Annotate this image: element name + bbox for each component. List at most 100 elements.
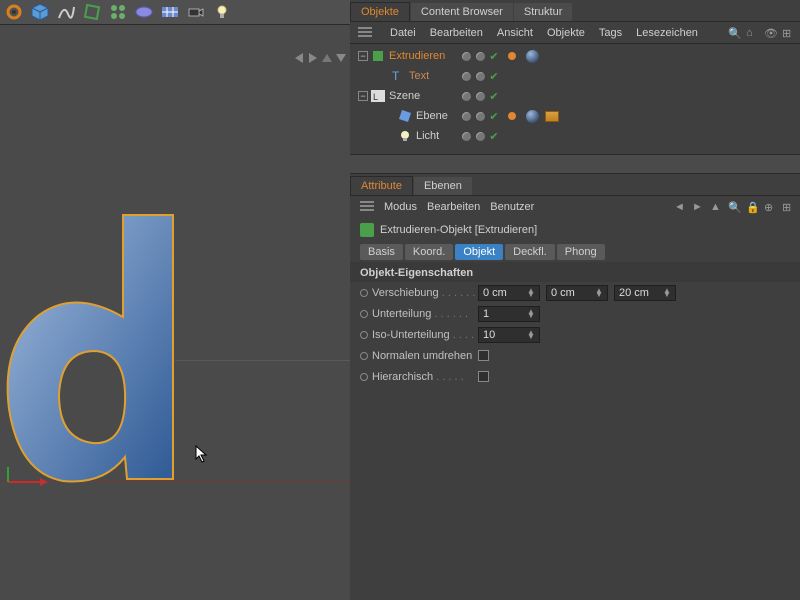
radio-icon[interactable]: [360, 310, 368, 318]
menu-edit[interactable]: Bearbeiten: [430, 27, 483, 39]
tree-item-light[interactable]: Licht ✔: [350, 126, 800, 146]
movement-z-input[interactable]: 20 cm▲▼: [614, 285, 676, 301]
extrude-icon: [371, 49, 385, 63]
tab-objects[interactable]: Objekte: [350, 2, 410, 21]
flip-normals-checkbox[interactable]: [478, 350, 489, 361]
expand-icon[interactable]: ⊞: [782, 201, 794, 213]
subtab-phong[interactable]: Phong: [557, 244, 605, 260]
layer-badge-icon: L: [371, 89, 385, 103]
shelf-icon: [358, 27, 372, 39]
prop-hierarchical: Hierarchisch . . . . .: [350, 366, 800, 387]
gear-icon[interactable]: [2, 0, 26, 24]
prop-iso-subdivision: Iso-Unterteilung . . . . 10▲▼: [350, 324, 800, 345]
radio-icon[interactable]: [360, 289, 368, 297]
main-toolbar: [0, 0, 350, 25]
prop-label: Verschiebung: [372, 287, 439, 299]
tree-label: Licht: [416, 130, 439, 142]
nurbs-icon[interactable]: [80, 0, 104, 24]
section-header: Objekt-Eigenschaften: [350, 262, 800, 282]
cube-icon[interactable]: [28, 0, 52, 24]
prop-label: Iso-Unterteilung: [372, 329, 450, 341]
tree-item-scene[interactable]: − L Szene ✔: [350, 86, 800, 106]
subtab-base[interactable]: Basis: [360, 244, 403, 260]
prop-label: Unterteilung: [372, 308, 431, 320]
radio-icon[interactable]: [360, 373, 368, 381]
right-panel: Objekte Content Browser Struktur Datei B…: [350, 0, 800, 600]
radio-icon[interactable]: [360, 331, 368, 339]
material-tag-icon[interactable]: [526, 110, 539, 123]
object-tree: − Extrudieren ✔ T Text ✔ − L Sze: [350, 44, 800, 148]
menu-mode[interactable]: Modus: [384, 201, 417, 213]
tree-label: Extrudieren: [389, 50, 445, 62]
menu-view[interactable]: Ansicht: [497, 27, 533, 39]
tree-label: Ebene: [416, 110, 448, 122]
menu-objects[interactable]: Objekte: [547, 27, 585, 39]
home-icon[interactable]: ⌂: [746, 27, 758, 39]
spline-icon[interactable]: [54, 0, 78, 24]
svg-text:L: L: [373, 92, 378, 102]
viewport-nav-icons[interactable]: [294, 54, 346, 62]
movement-y-input[interactable]: 0 cm▲▼: [546, 285, 608, 301]
deformer-icon[interactable]: [132, 0, 156, 24]
axis-gizmo[interactable]: [0, 467, 50, 502]
horizon-line: [175, 360, 350, 361]
subtab-caps[interactable]: Deckfl.: [505, 244, 555, 260]
subtab-object[interactable]: Objekt: [455, 244, 503, 260]
hierarchical-checkbox[interactable]: [478, 371, 489, 382]
nav-fwd-icon[interactable]: ►: [692, 201, 704, 213]
extruded-text-object[interactable]: [5, 213, 175, 483]
tab-structure[interactable]: Struktur: [514, 3, 573, 21]
menu-tags[interactable]: Tags: [599, 27, 622, 39]
collapse-icon[interactable]: −: [358, 51, 368, 61]
subdivision-input[interactable]: 1▲▼: [478, 306, 540, 322]
light-icon[interactable]: [210, 0, 234, 24]
eye-icon[interactable]: 👁: [764, 27, 776, 39]
camera-icon[interactable]: [184, 0, 208, 24]
tree-label: Szene: [389, 90, 420, 102]
lock-icon[interactable]: 🔒: [746, 201, 758, 213]
cloner-icon[interactable]: [106, 0, 130, 24]
viewport-3d[interactable]: [0, 25, 350, 600]
panel-splitter[interactable]: [350, 154, 800, 174]
tab-layers[interactable]: Ebenen: [414, 177, 472, 195]
prop-label: Hierarchisch: [372, 371, 433, 383]
object-manager-menu: Datei Bearbeiten Ansicht Objekte Tags Le…: [350, 22, 800, 44]
compositing-tag-icon[interactable]: [545, 111, 559, 122]
menu-user[interactable]: Benutzer: [490, 201, 534, 213]
prop-flip-normals: Normalen umdrehen: [350, 345, 800, 366]
prop-subdivision: Unterteilung . . . . . . 1▲▼: [350, 303, 800, 324]
radio-icon[interactable]: [360, 352, 368, 360]
plane-object-icon: [398, 109, 412, 123]
movement-x-input[interactable]: 0 cm▲▼: [478, 285, 540, 301]
attribute-menu: Modus Bearbeiten Benutzer ◄ ► ▲ 🔍 🔒 ⊕ ⊞: [350, 196, 800, 218]
expand-icon[interactable]: ⊞: [782, 27, 794, 39]
tree-item-plane[interactable]: Ebene ✔: [350, 106, 800, 126]
text-spline-icon: T: [391, 69, 405, 83]
subtab-coord[interactable]: Koord.: [405, 244, 453, 260]
nav-back-icon[interactable]: ◄: [674, 201, 686, 213]
shelf-icon: [360, 201, 374, 213]
tree-label: Text: [409, 70, 429, 82]
attribute-object-label: Extrudieren-Objekt [Extrudieren]: [380, 224, 537, 236]
tab-attribute[interactable]: Attribute: [350, 176, 413, 195]
extrude-icon: [360, 223, 374, 237]
tag-icon[interactable]: [508, 112, 516, 120]
menu-file[interactable]: Datei: [390, 27, 416, 39]
target-icon[interactable]: ⊕: [764, 201, 776, 213]
tag-icon[interactable]: [508, 52, 516, 60]
tree-item-text[interactable]: T Text ✔: [350, 66, 800, 86]
tab-content-browser[interactable]: Content Browser: [411, 3, 513, 21]
collapse-icon[interactable]: −: [358, 91, 368, 101]
search-icon[interactable]: 🔍: [728, 27, 740, 39]
panel-tabs-top: Objekte Content Browser Struktur: [350, 0, 800, 22]
material-tag-icon[interactable]: [526, 50, 539, 63]
nav-up-icon[interactable]: ▲: [710, 201, 722, 213]
tree-item-extrude[interactable]: − Extrudieren ✔: [350, 46, 800, 66]
search-icon[interactable]: 🔍: [728, 201, 740, 213]
prop-movement: Verschiebung . . . . . . 0 cm▲▼ 0 cm▲▼ 2…: [350, 282, 800, 303]
grid-plane-icon[interactable]: [158, 0, 182, 24]
menu-edit2[interactable]: Bearbeiten: [427, 201, 480, 213]
menu-bookmarks[interactable]: Lesezeichen: [636, 27, 698, 39]
iso-subdivision-input[interactable]: 10▲▼: [478, 327, 540, 343]
svg-text:T: T: [392, 69, 400, 83]
